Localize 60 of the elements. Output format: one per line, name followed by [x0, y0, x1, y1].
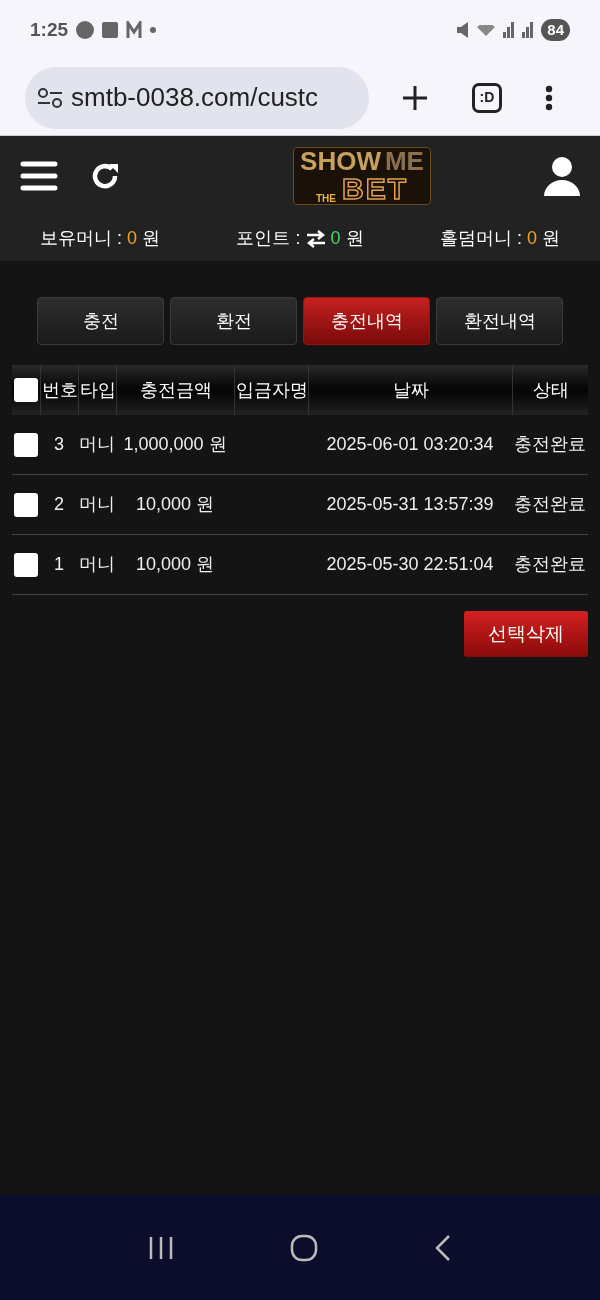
home-icon[interactable]	[290, 1233, 318, 1262]
delete-selected-button[interactable]: 선택삭제	[464, 611, 588, 657]
tab-count-button[interactable]: :D	[472, 82, 502, 113]
wifi-icon	[477, 24, 496, 36]
column-header: 충전금액	[139, 378, 212, 402]
table-cell-text: 2	[54, 493, 64, 516]
table-cell-text: 2025-06-01 03:20:34	[326, 433, 494, 456]
table-cell-text: 10,000 원	[135, 553, 215, 576]
clock-time: 1:25	[30, 17, 69, 42]
dot-icon	[150, 27, 157, 33]
table-cell-text: 2025-05-30 22:51:04	[326, 553, 494, 576]
tab[interactable]: 환전	[170, 297, 297, 345]
balance-value: 0	[527, 227, 537, 250]
balance-label: 홀덤머니 :	[439, 227, 522, 250]
table-cell-text: 머니	[79, 493, 115, 516]
tab[interactable]: 환전내역	[436, 297, 563, 345]
user-icon[interactable]	[544, 156, 580, 196]
new-tab-icon[interactable]	[400, 83, 429, 112]
column-header: 타입	[79, 378, 116, 402]
table-cell-text: 3	[54, 433, 64, 456]
exchange-icon[interactable]	[305, 229, 326, 248]
table-cell-text: 1	[54, 553, 64, 576]
checkbox[interactable]	[14, 378, 38, 402]
address-bar[interactable]: smtb-0038.com/custc	[25, 66, 369, 129]
signal-icon	[503, 22, 515, 38]
site-settings-icon[interactable]	[37, 86, 63, 109]
recent-apps-icon[interactable]	[148, 1235, 174, 1260]
column-header: 번호	[41, 378, 78, 402]
table-cell-text: 10,000 원	[135, 493, 215, 516]
refresh-icon[interactable]	[90, 161, 120, 191]
table-cell-text: 충전완료	[514, 493, 586, 516]
checkbox[interactable]	[14, 552, 38, 577]
balance-value: 0	[330, 227, 341, 250]
more-menu-icon[interactable]	[545, 84, 554, 111]
back-icon[interactable]	[434, 1233, 452, 1262]
currency-unit: 원	[345, 227, 364, 250]
mail-icon	[126, 21, 143, 39]
checkbox[interactable]	[14, 492, 38, 517]
mute-icon	[457, 22, 470, 38]
tab[interactable]: 충전내역	[303, 297, 430, 345]
battery-level: 84	[541, 19, 570, 41]
balance-label: 포인트 :	[236, 227, 301, 250]
column-header: 입금자명	[235, 378, 308, 402]
table-cell-text: 충전완료	[514, 553, 586, 576]
menu-icon[interactable]	[20, 160, 58, 192]
table-cell-text: 2025-05-31 13:57:39	[326, 493, 494, 516]
table-cell-text: 머니	[79, 433, 115, 456]
table-cell-text: 충전완료	[514, 433, 586, 456]
table-cell-text: 1,000,000 원	[123, 433, 227, 456]
signal-icon	[522, 22, 534, 38]
column-header: 날짜	[392, 378, 429, 402]
currency-unit: 원	[542, 227, 560, 250]
balance-value: 0	[127, 227, 138, 250]
url-text: smtb-0038.com/custc	[71, 81, 319, 114]
table-cell-text: 머니	[79, 553, 115, 576]
tab[interactable]: 충전	[37, 297, 164, 345]
currency-unit: 원	[142, 227, 161, 250]
checkbox[interactable]	[14, 432, 38, 457]
column-header: 상태	[532, 378, 569, 402]
balance-label: 보유머니 :	[40, 227, 122, 250]
